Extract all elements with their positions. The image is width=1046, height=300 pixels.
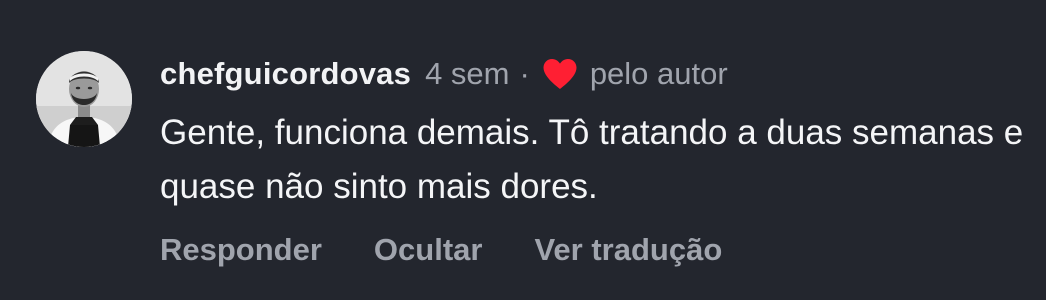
comment-text: Gente, funciona demais. Tô tratando a du…: [160, 113, 1024, 206]
heart-icon: [542, 58, 578, 90]
comment-author[interactable]: chefguicordovas: [160, 56, 411, 92]
comment-header: chefguicordovas 4 sem · pelo autor: [160, 52, 728, 96]
translate-button[interactable]: Ver tradução: [534, 232, 722, 268]
comment-actions: Responder Ocultar Ver tradução: [160, 226, 774, 274]
comment: chefguicordovas 4 sem · pelo autor Gente…: [0, 0, 1046, 300]
hide-button[interactable]: Ocultar: [374, 232, 483, 268]
liked-by-author-label: pelo autor: [589, 56, 728, 91]
avatar[interactable]: [36, 51, 132, 147]
reply-button[interactable]: Responder: [160, 232, 322, 268]
separator-dot: ·: [519, 56, 530, 91]
comment-time: 4 sem: [425, 56, 510, 91]
